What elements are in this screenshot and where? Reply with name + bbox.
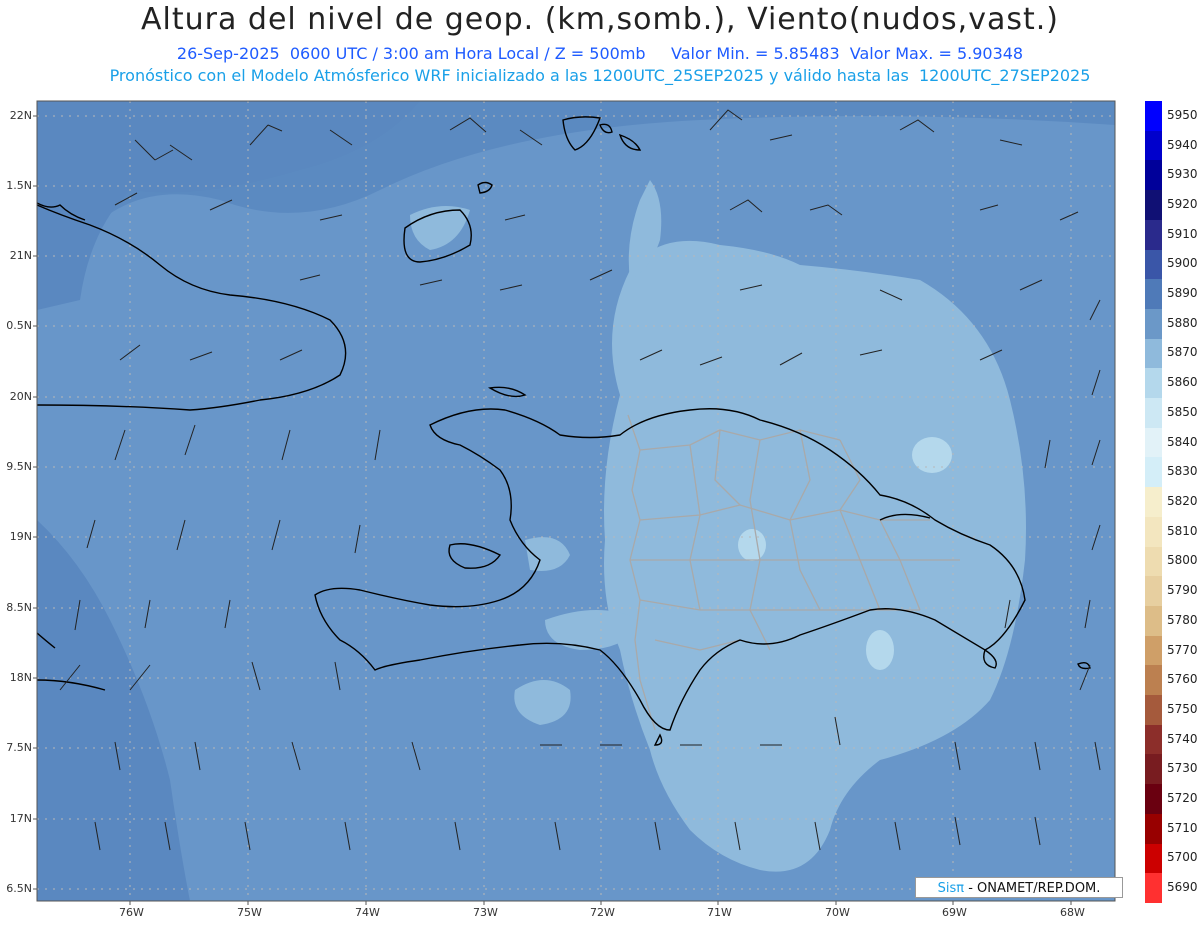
credit-box: Sisπ - ONAMET/REP.DOM.	[915, 877, 1123, 898]
lon-label: 69W	[942, 906, 967, 919]
legend-label: 5760	[1167, 672, 1198, 687]
lon-label: 76W	[119, 906, 144, 919]
legend-swatch	[1145, 249, 1162, 280]
lon-label: 72W	[590, 906, 615, 919]
lat-label: 7.5N	[6, 741, 32, 754]
legend-swatch	[1145, 101, 1162, 132]
legend-swatch	[1145, 279, 1162, 310]
legend-label: 5720	[1167, 791, 1198, 806]
legend-swatch	[1145, 368, 1162, 399]
legend-swatch	[1145, 338, 1162, 369]
legend-swatch	[1145, 398, 1162, 429]
credit-pi: π	[956, 881, 965, 896]
legend-label: 5690	[1167, 880, 1198, 895]
legend-swatch	[1145, 219, 1162, 251]
legend-label: 5830	[1167, 464, 1198, 479]
legend-label: 5860	[1167, 375, 1198, 390]
legend-swatch	[1145, 190, 1162, 221]
lat-label: 1.5N	[6, 179, 32, 192]
lighter-patch-east	[912, 437, 952, 473]
legend-label: 5800	[1167, 553, 1198, 568]
legend-label: 5790	[1167, 583, 1198, 598]
lat-label: 18N	[9, 671, 32, 684]
legend-swatch	[1145, 160, 1162, 191]
credit-org: - ONAMET/REP.DOM.	[968, 881, 1101, 896]
lighter-patch-south	[866, 630, 894, 670]
legend-label: 5730	[1167, 761, 1198, 776]
lat-label: 19N	[9, 530, 32, 543]
legend-swatch	[1145, 516, 1162, 548]
lon-label: 68W	[1060, 906, 1085, 919]
color-legend	[1145, 101, 1162, 904]
legend-label: 5780	[1167, 612, 1198, 627]
lat-label: 9.5N	[6, 460, 32, 473]
legend-swatch	[1145, 427, 1162, 458]
lat-label: 21N	[9, 249, 32, 262]
lon-label: 70W	[825, 906, 850, 919]
legend-swatch	[1145, 695, 1162, 726]
legend-label: 5910	[1167, 226, 1198, 241]
lon-label: 73W	[473, 906, 498, 919]
legend-swatch	[1145, 784, 1162, 815]
legend-label: 5820	[1167, 494, 1198, 508]
legend-swatch	[1145, 130, 1162, 161]
legend-label: 5900	[1167, 256, 1198, 271]
legend-swatch	[1145, 813, 1162, 845]
legend-label: 5810	[1167, 523, 1198, 538]
legend-label: 5890	[1167, 286, 1198, 301]
geopotential-map	[33, 100, 1116, 905]
lighter-patch-center	[738, 529, 766, 561]
legend-label: 5750	[1167, 701, 1198, 716]
legend-label: 5950	[1167, 107, 1198, 122]
lat-label: 17N	[9, 812, 32, 825]
legend-swatch	[1145, 605, 1162, 637]
legend-swatch	[1145, 576, 1162, 607]
lat-label: 0.5N	[6, 319, 32, 332]
lat-label: 6.5N	[6, 882, 32, 895]
legend-swatch	[1145, 546, 1162, 577]
legend-swatch	[1145, 754, 1162, 785]
legend-label: 5740	[1167, 731, 1198, 746]
legend-label: 5930	[1167, 167, 1198, 182]
legend-label: 5880	[1167, 315, 1198, 330]
lon-label: 74W	[355, 906, 380, 919]
legend-swatch	[1145, 487, 1162, 518]
lon-label: 75W	[237, 906, 262, 919]
legend-swatch	[1145, 665, 1162, 696]
legend-label: 5850	[1167, 404, 1198, 419]
legend-swatch	[1145, 308, 1162, 340]
legend-swatch	[1145, 635, 1162, 666]
legend-label: 5770	[1167, 642, 1198, 657]
legend-swatch	[1145, 724, 1162, 755]
legend-label: 5840	[1167, 434, 1198, 449]
credit-sis: Sis	[937, 881, 957, 896]
lat-label: 22N	[9, 109, 32, 122]
lat-label: 20N	[9, 390, 32, 403]
legend-label: 5920	[1167, 196, 1198, 211]
legend-swatch	[1145, 457, 1162, 488]
legend-label: 5700	[1167, 850, 1198, 865]
legend-swatch	[1145, 873, 1162, 904]
legend-label: 5710	[1167, 820, 1198, 835]
legend-swatch	[1145, 843, 1162, 874]
legend-label: 5940	[1167, 137, 1198, 152]
legend-label: 5870	[1167, 345, 1198, 360]
lat-label: 8.5N	[6, 601, 32, 614]
lon-label: 71W	[707, 906, 732, 919]
